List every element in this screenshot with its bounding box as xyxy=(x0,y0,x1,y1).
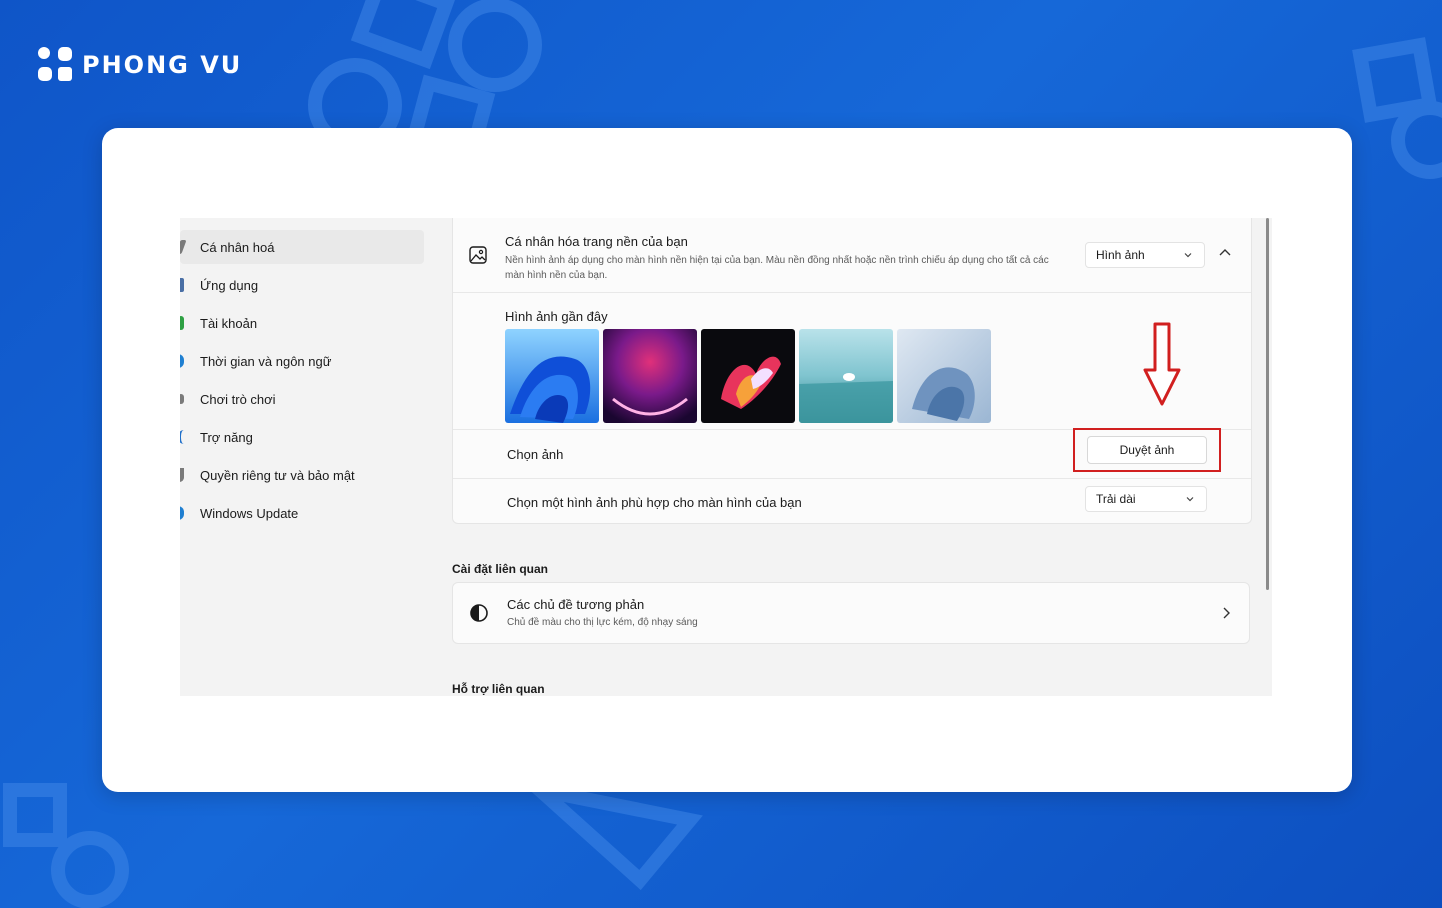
fit-label: Chọn một hình ảnh phù hợp cho màn hình c… xyxy=(507,495,802,510)
fit-value: Trải dài xyxy=(1096,492,1136,506)
image-icon xyxy=(469,246,487,264)
sidebar-item-label: Trợ năng xyxy=(200,429,253,445)
related-support-title: Hỗ trợ liên quan xyxy=(452,682,545,696)
sidebar-item-label: Windows Update xyxy=(200,505,299,521)
sidebar-item-label: Ứng dụng xyxy=(200,277,259,293)
update-icon xyxy=(180,506,184,520)
sidebar-item-label: Quyền riêng tư và bảo mật xyxy=(200,467,355,483)
globe-clock-icon xyxy=(180,354,184,368)
phongvu-logo-icon xyxy=(38,47,72,81)
main-content: Cá nhân hóa trang nền của bạn Nền hình ả… xyxy=(452,218,1252,696)
recent-images-row: Hình ảnh gần đây xyxy=(453,293,1251,430)
contrast-icon xyxy=(470,604,488,622)
brand-name: PHONG VU xyxy=(82,51,243,79)
background-header-row[interactable]: Cá nhân hóa trang nền của bạn Nền hình ả… xyxy=(453,218,1251,293)
sidebar-item-accessibility[interactable]: Trợ năng xyxy=(180,420,424,454)
chevron-down-icon xyxy=(1186,497,1194,502)
chevron-down-icon xyxy=(1184,253,1192,258)
sidebar-item-apps[interactable]: Ứng dụng xyxy=(180,268,424,302)
sidebar-item-privacy-security[interactable]: Quyền riêng tư và bảo mật xyxy=(180,458,424,492)
apps-icon xyxy=(180,278,184,292)
recent-image-3[interactable] xyxy=(701,329,795,423)
background-description: Nền hình ảnh áp dụng cho màn hình nền hi… xyxy=(505,255,1049,281)
recent-image-5[interactable] xyxy=(897,329,991,423)
contrast-themes-item[interactable]: Các chủ đề tương phản Chủ đề màu cho thị… xyxy=(452,582,1250,644)
scrollbar[interactable] xyxy=(1266,218,1269,590)
sidebar-item-time-language[interactable]: Thời gian và ngôn ngữ xyxy=(180,344,424,378)
choose-photo-label: Chọn ảnh xyxy=(507,447,564,462)
chevron-right-icon xyxy=(1223,607,1230,619)
accessibility-icon xyxy=(180,430,185,444)
recent-image-2[interactable] xyxy=(603,329,697,423)
annotation-down-arrow-icon xyxy=(1143,322,1181,406)
sidebar-item-gaming[interactable]: Chơi trò chơi xyxy=(180,382,424,416)
sidebar-item-label: Tài khoản xyxy=(200,315,258,331)
contrast-themes-description: Chủ đề màu cho thị lực kém, độ nhạy sáng xyxy=(507,617,698,628)
sidebar-item-windows-update[interactable]: Windows Update xyxy=(180,496,424,530)
fit-row: Chọn một hình ảnh phù hợp cho màn hình c… xyxy=(453,479,1251,523)
brand: PHONG VU xyxy=(36,44,242,86)
background-type-dropdown[interactable]: Hình ảnh xyxy=(1085,242,1205,268)
sidebar-item-accounts[interactable]: Tài khoản xyxy=(180,306,424,340)
recent-image-1[interactable] xyxy=(505,329,599,423)
related-settings-title: Cài đặt liên quan xyxy=(452,562,549,576)
chevron-up-icon[interactable] xyxy=(1217,245,1233,261)
gamepad-icon xyxy=(180,394,184,404)
recent-images-title: Hình ảnh gần đây xyxy=(505,309,608,324)
account-icon xyxy=(180,316,184,330)
recent-images-list xyxy=(505,329,995,423)
browse-photos-button[interactable]: Duyệt ảnh xyxy=(1087,436,1207,464)
sidebar-item-label: Thời gian và ngôn ngữ xyxy=(200,353,332,369)
background-title: Cá nhân hóa trang nền của bạn xyxy=(505,234,688,249)
screenshot-card: Cá nhân hoá Ứng dụng Tài khoản Thời gian… xyxy=(102,128,1352,792)
sidebar-nav: Cá nhân hoá Ứng dụng Tài khoản Thời gian… xyxy=(180,230,424,534)
contrast-themes-title: Các chủ đề tương phản xyxy=(507,597,645,612)
background-panel: Cá nhân hóa trang nền của bạn Nền hình ả… xyxy=(452,218,1252,524)
sidebar-item-personalization[interactable]: Cá nhân hoá xyxy=(180,230,424,264)
sidebar-item-label: Cá nhân hoá xyxy=(200,239,275,255)
brush-icon xyxy=(180,240,187,254)
fit-dropdown[interactable]: Trải dài xyxy=(1085,486,1207,512)
background-type-value: Hình ảnh xyxy=(1096,248,1145,262)
settings-window: Cá nhân hoá Ứng dụng Tài khoản Thời gian… xyxy=(180,218,1272,696)
sidebar-item-label: Chơi trò chơi xyxy=(200,391,276,407)
shield-icon xyxy=(180,468,184,482)
recent-image-4[interactable] xyxy=(799,329,893,423)
choose-photo-row: Chọn ảnh Duyệt ảnh xyxy=(453,428,1251,479)
